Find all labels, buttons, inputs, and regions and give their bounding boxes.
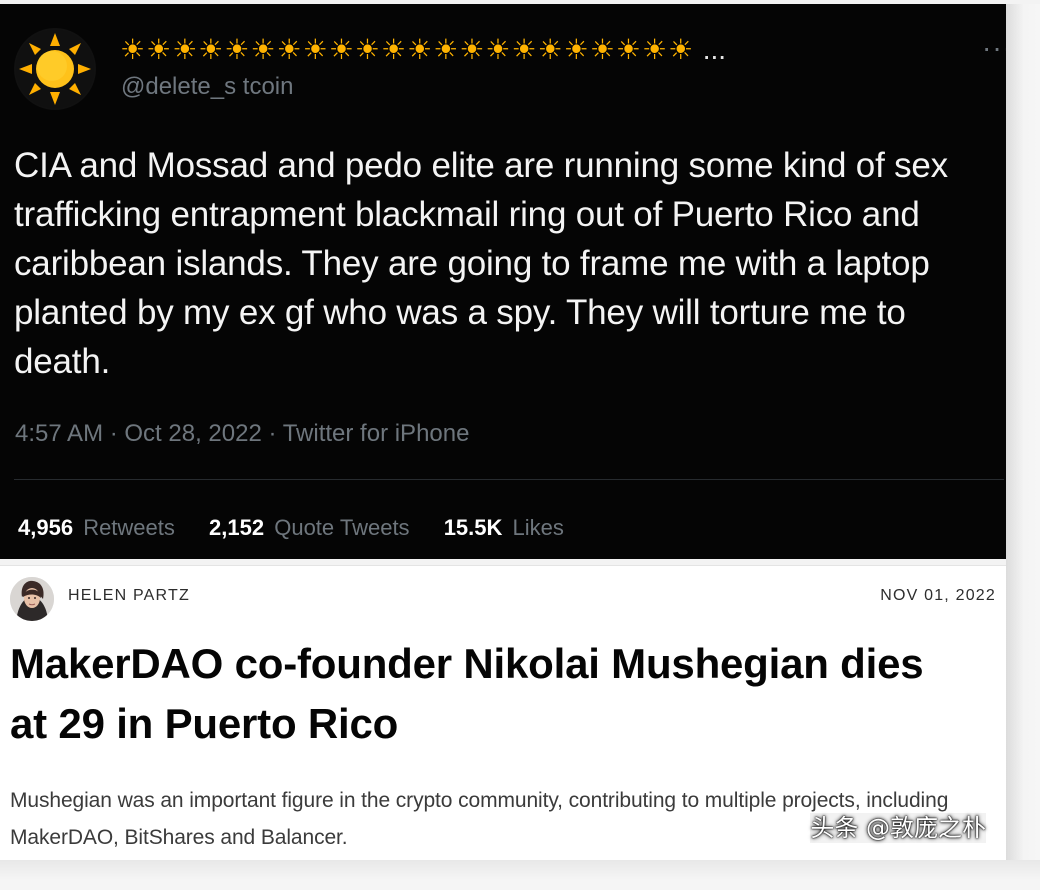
article-title[interactable]: MakerDAO co-founder Nikolai Mushegian di…: [10, 634, 970, 754]
display-name[interactable]: ☀☀☀☀☀☀☀☀☀☀☀☀☀☀☀☀☀☀☀☀☀☀ ...: [120, 32, 940, 68]
likes-label: Likes: [512, 515, 564, 540]
retweets-count: 4,956: [18, 515, 74, 540]
tweet-text: CIA and Mossad and pedo elite are runnin…: [14, 146, 948, 381]
retweets-label: Retweets: [83, 515, 175, 540]
watermark: 头条 @敦庞之朴: [810, 813, 986, 843]
user-handle[interactable]: @delete_s tcoin: [121, 73, 293, 101]
tweet-card: ☀☀☀☀☀☀☀☀☀☀☀☀☀☀☀☀☀☀☀☀☀☀ ... @delete_s tco…: [0, 4, 1006, 559]
right-edge-shadow: [1006, 4, 1040, 860]
quote-tweets-count: 2,152: [209, 515, 265, 540]
quote-tweets-stat[interactable]: 2,152 Quote Tweets: [209, 514, 410, 542]
quote-tweets-label: Quote Tweets: [274, 515, 410, 540]
retweets-stat[interactable]: 4,956 Retweets: [18, 514, 175, 542]
tweet-divider: [14, 479, 1004, 480]
screenshot-composite: ☀☀☀☀☀☀☀☀☀☀☀☀☀☀☀☀☀☀☀☀☀☀ ... @delete_s tco…: [0, 0, 1040, 890]
tweet-stats: 4,956 Retweets 2,152 Quote Tweets 15.5K …: [18, 514, 592, 542]
author-avatar[interactable]: [10, 577, 54, 621]
sun-avatar-icon[interactable]: [14, 28, 96, 110]
news-article-card: HELEN PARTZ NOV 01, 2022 MakerDAO co-fou…: [0, 565, 1006, 860]
bottom-edge-shadow: [0, 860, 1040, 890]
likes-stat[interactable]: 15.5K Likes: [444, 514, 564, 542]
author-name[interactable]: HELEN PARTZ: [68, 586, 190, 606]
sun-emoji-name: ☀☀☀☀☀☀☀☀☀☀☀☀☀☀☀☀☀☀☀☀☀☀: [120, 33, 695, 66]
name-ellipsis: ...: [702, 34, 727, 65]
tweet-timestamp[interactable]: 4:57 AM · Oct 28, 2022 · Twitter for iPh…: [15, 420, 469, 448]
likes-count: 15.5K: [443, 515, 503, 540]
more-horizontal-icon[interactable]: ···: [982, 34, 1006, 62]
article-date: NOV 01, 2022: [880, 587, 996, 604]
